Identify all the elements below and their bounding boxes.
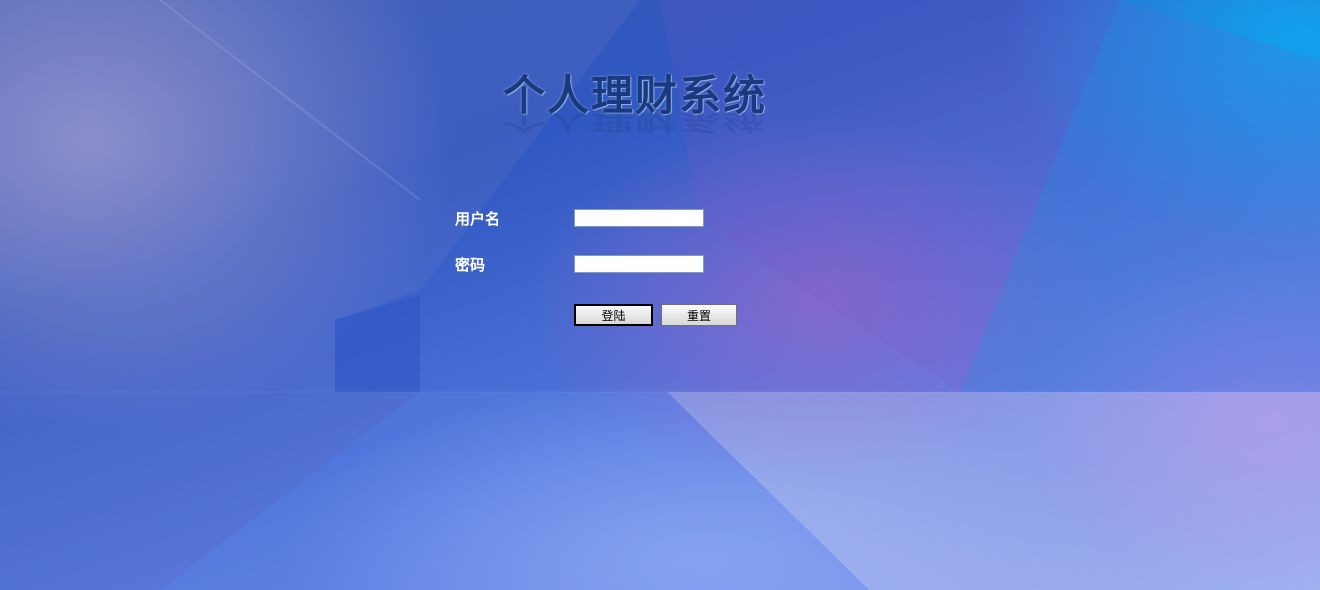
username-label: 用户名 — [455, 210, 501, 228]
password-input[interactable] — [574, 255, 704, 273]
password-label: 密码 — [455, 256, 486, 274]
login-button[interactable]: 登陆 — [574, 304, 653, 326]
reset-button[interactable]: 重置 — [661, 304, 737, 326]
username-input[interactable] — [574, 209, 704, 227]
app-title: 个人理财系统 — [503, 71, 768, 120]
